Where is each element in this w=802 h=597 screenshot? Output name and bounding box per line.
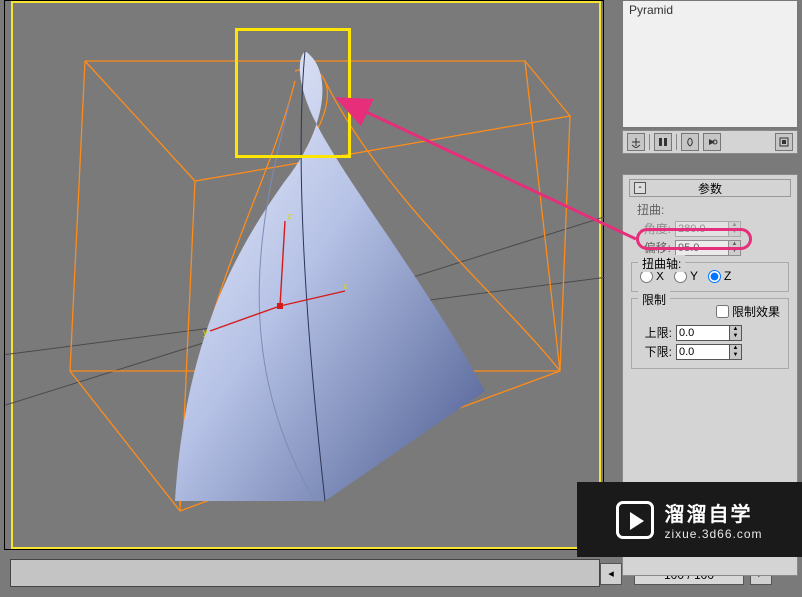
- rollout-header[interactable]: - 参数: [629, 179, 791, 197]
- watermark: 溜溜自学 zixue.3d66.com: [577, 482, 802, 557]
- scene-list[interactable]: Pyramid: [622, 0, 798, 128]
- lower-spinner[interactable]: ▲▼: [676, 344, 742, 360]
- axis-group: 扭曲轴: X Y Z: [631, 262, 789, 292]
- scene-list-item[interactable]: Pyramid: [623, 1, 797, 19]
- angle-label: 角度:: [637, 220, 671, 237]
- collapse-icon[interactable]: -: [634, 182, 646, 194]
- svg-text:z: z: [287, 211, 292, 221]
- modifier-toolbar: [622, 130, 798, 154]
- remove-modifier-icon[interactable]: [703, 133, 721, 151]
- pin-stack-icon[interactable]: [627, 133, 645, 151]
- limits-group: 限制 限制效果 上限: ▲▼ 下限: ▲▼: [631, 298, 789, 369]
- limit-enable-checkbox[interactable]: 限制效果: [716, 303, 780, 320]
- twist-group: 扭曲: 角度: ▲▼ 偏移: ▲▼: [631, 201, 789, 256]
- bias-label: 偏移:: [637, 239, 671, 256]
- watermark-title: 溜溜自学: [664, 498, 762, 527]
- timeline-track[interactable]: [10, 559, 600, 587]
- svg-text:x: x: [343, 281, 348, 291]
- axis-group-title: 扭曲轴:: [638, 255, 685, 272]
- axis-z-radio[interactable]: Z: [708, 269, 731, 283]
- play-icon: [616, 501, 654, 539]
- upper-label: 上限:: [638, 324, 672, 341]
- bias-input[interactable]: [675, 240, 729, 256]
- lower-label: 下限:: [638, 343, 672, 360]
- rollout-title: 参数: [698, 180, 722, 197]
- show-end-result-icon[interactable]: [654, 133, 672, 151]
- upper-spinner[interactable]: ▲▼: [676, 325, 742, 341]
- upper-input[interactable]: [676, 325, 730, 341]
- watermark-url: zixue.3d66.com: [664, 527, 762, 541]
- scroll-left-button[interactable]: ◂: [600, 563, 622, 585]
- configure-sets-icon[interactable]: [775, 133, 793, 151]
- angle-spinner[interactable]: ▲▼: [675, 221, 741, 237]
- limits-group-title: 限制: [638, 291, 670, 308]
- bias-spinner[interactable]: ▲▼: [675, 240, 741, 256]
- annotation-highlight-top: [235, 28, 351, 158]
- lower-input[interactable]: [676, 344, 730, 360]
- make-unique-icon[interactable]: [681, 133, 699, 151]
- twist-group-title: 扭曲:: [637, 201, 783, 218]
- svg-text:y: y: [203, 327, 208, 337]
- angle-input[interactable]: [675, 221, 729, 237]
